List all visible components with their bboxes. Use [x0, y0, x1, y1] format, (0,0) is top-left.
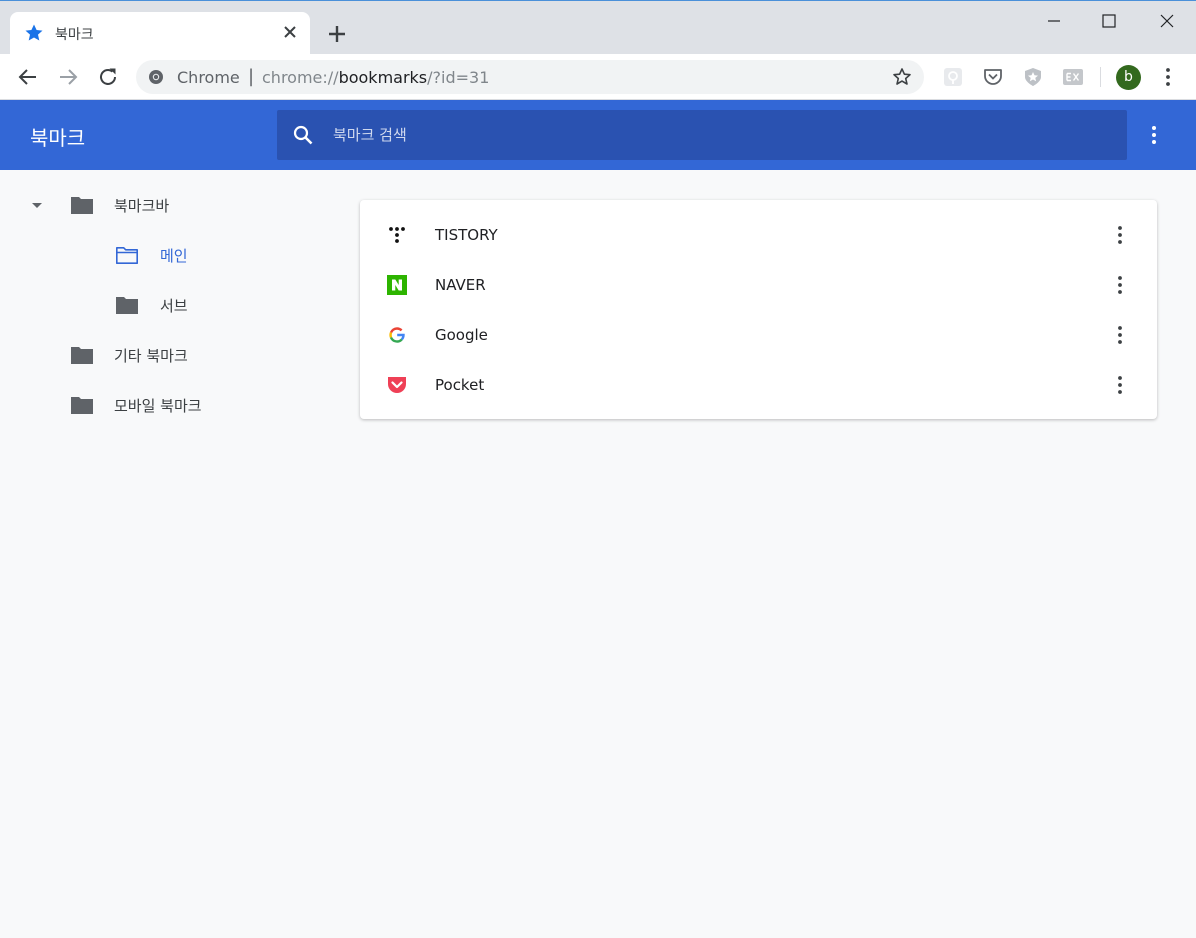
tree-item-main[interactable]: 메인	[115, 240, 330, 270]
bookmark-row[interactable]: TISTORY	[360, 210, 1157, 260]
more-options-icon[interactable]	[1110, 374, 1130, 396]
page-title: 북마크	[30, 126, 86, 150]
bookmark-row[interactable]: Google	[360, 310, 1157, 360]
url-text[interactable]: chrome://bookmarks/?id=31	[262, 68, 489, 87]
tree-item-sub[interactable]: 서브	[115, 290, 330, 320]
close-tab-icon[interactable]	[280, 22, 300, 42]
close-window-icon[interactable]	[1155, 9, 1179, 33]
tree-item-label: 서브	[160, 297, 188, 315]
bookmark-list: TISTORY NAVER Google Pocket	[360, 200, 1157, 419]
tree-item-label: 북마크바	[114, 197, 170, 215]
folder-icon	[71, 397, 93, 414]
forward-icon[interactable]	[56, 65, 80, 89]
tree-item-bookmarks-bar[interactable]: 북마크바	[30, 190, 330, 220]
bookmarks-header: 북마크	[0, 100, 1196, 170]
search-box[interactable]	[277, 110, 1127, 160]
maximize-icon[interactable]	[1097, 9, 1121, 33]
more-options-icon[interactable]	[1110, 324, 1130, 346]
tab-bookmarks[interactable]: 북마크	[10, 12, 310, 55]
tab-title: 북마크	[55, 27, 94, 43]
expand-arrow-icon[interactable]	[30, 198, 44, 212]
tree-item-label: 모바일 북마크	[114, 397, 202, 415]
folder-icon	[71, 197, 93, 214]
folder-icon	[71, 347, 93, 364]
google-icon	[389, 327, 405, 343]
bookmark-star-icon[interactable]	[892, 67, 912, 87]
pocket-extension-icon[interactable]	[982, 66, 1004, 88]
bookmark-title: NAVER	[435, 276, 486, 294]
bookmark-title: Pocket	[435, 376, 485, 394]
folder-open-icon	[116, 247, 138, 264]
tree-item-label: 메인	[160, 247, 188, 265]
folder-icon	[116, 297, 138, 314]
chrome-icon	[149, 70, 163, 84]
more-options-icon[interactable]	[1110, 274, 1130, 296]
naver-icon	[387, 275, 407, 295]
extension-location-icon[interactable]	[942, 66, 964, 88]
browser-menu-icon[interactable]	[1158, 66, 1178, 88]
reload-icon[interactable]	[96, 65, 120, 89]
address-bar[interactable]: Chrome | chrome://bookmarks/?id=31	[136, 60, 924, 94]
star-icon	[25, 24, 43, 41]
tree-item-mobile-bookmarks[interactable]: 모바일 북마크	[70, 390, 330, 420]
bookmark-row[interactable]: NAVER	[360, 260, 1157, 310]
address-separator: |	[248, 66, 255, 87]
new-tab-icon[interactable]	[326, 23, 348, 45]
tistory-icon	[389, 227, 405, 243]
site-label: Chrome	[177, 68, 240, 87]
toolbar-divider	[1100, 67, 1101, 87]
bookmarks-menu-icon[interactable]	[1144, 124, 1164, 146]
tree-item-label: 기타 북마크	[114, 347, 188, 365]
pocket-icon	[388, 377, 406, 393]
bookmark-title: Google	[435, 326, 488, 344]
browser-toolbar: Chrome | chrome://bookmarks/?id=31 b	[0, 54, 1196, 100]
search-input[interactable]	[333, 122, 1093, 148]
tree-item-other-bookmarks[interactable]: 기타 북마크	[70, 340, 330, 370]
profile-avatar[interactable]: b	[1116, 65, 1141, 90]
bookmark-title: TISTORY	[435, 226, 498, 244]
tab-strip: 북마크	[0, 0, 1196, 55]
more-options-icon[interactable]	[1110, 224, 1130, 246]
back-icon[interactable]	[16, 65, 40, 89]
star-badge-extension-icon[interactable]	[1022, 66, 1044, 88]
search-icon	[293, 125, 313, 145]
ex-extension-icon[interactable]	[1062, 66, 1084, 88]
minimize-icon[interactable]	[1042, 9, 1066, 33]
bookmark-row[interactable]: Pocket	[360, 360, 1157, 410]
